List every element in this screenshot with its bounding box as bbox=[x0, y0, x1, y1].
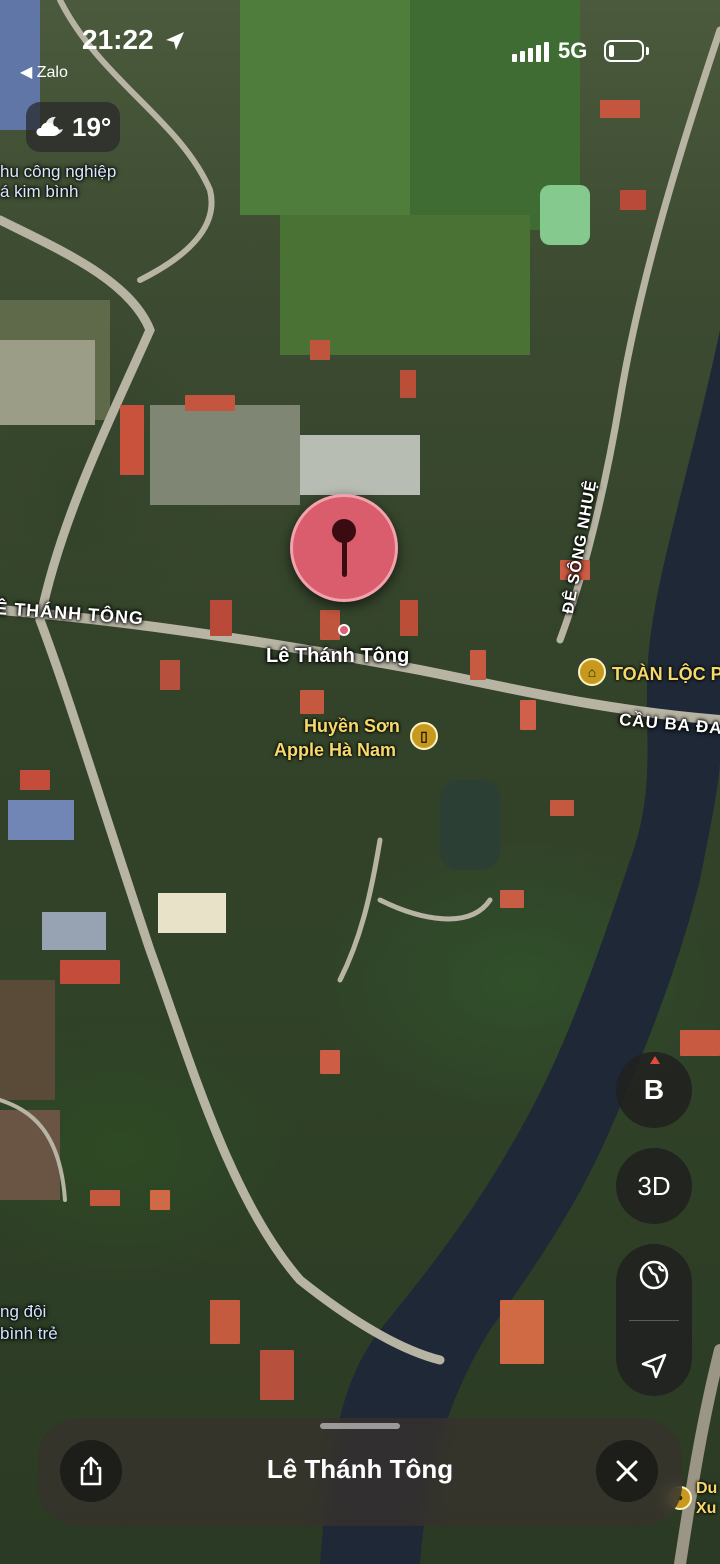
close-icon bbox=[616, 1460, 638, 1482]
status-time: 21:22 bbox=[82, 24, 154, 55]
sheet-grabber[interactable] bbox=[320, 1423, 400, 1429]
label-bottom-right-2: Xu bbox=[696, 1500, 717, 1517]
current-location-arrow-icon[interactable] bbox=[639, 1351, 669, 1381]
label-industrial-zone-2: á kim bình bbox=[0, 182, 79, 201]
village-houses bbox=[0, 0, 720, 1564]
location-arrow-icon bbox=[166, 32, 184, 50]
view-mode-label: 3D bbox=[637, 1170, 671, 1201]
map-controls-group bbox=[616, 1244, 692, 1396]
back-to-app-link[interactable]: ◀ Zalo bbox=[20, 62, 68, 82]
poi-huyen-son-apple[interactable]: Huyền Sơn bbox=[304, 716, 400, 737]
weather-temperature: 19° bbox=[72, 111, 112, 142]
pin-location-dot bbox=[338, 624, 350, 636]
pin-needle-icon bbox=[342, 537, 347, 577]
pin-label: Lê Thánh Tông bbox=[266, 645, 410, 667]
label-area-bottom-2: bình trẻ bbox=[0, 1324, 58, 1343]
toggle-3d-button[interactable]: 3D bbox=[616, 1148, 692, 1224]
poi-huyen-son-apple-line2[interactable]: Apple Hà Nam bbox=[274, 740, 396, 761]
network-type: 5G bbox=[558, 38, 588, 63]
shopping-bag-icon[interactable]: ⌂ bbox=[578, 658, 606, 686]
cellular-signal-icon bbox=[512, 42, 549, 62]
close-button[interactable] bbox=[596, 1440, 658, 1502]
compass-heading: B bbox=[643, 1074, 665, 1105]
share-button[interactable] bbox=[60, 1440, 122, 1502]
cloud-moon-icon bbox=[36, 116, 63, 136]
north-indicator-icon bbox=[650, 1056, 660, 1064]
battery-icon bbox=[604, 40, 644, 62]
poi-toan-loc[interactable]: TOÀN LỘC P bbox=[612, 664, 720, 685]
battery-nub bbox=[646, 47, 649, 55]
weather-badge[interactable]: 19° bbox=[26, 102, 120, 152]
label-industrial-zone: hu công nghiệp bbox=[0, 162, 117, 181]
globe-icon[interactable] bbox=[638, 1259, 670, 1291]
location-pin[interactable] bbox=[290, 494, 398, 602]
divider bbox=[629, 1320, 679, 1322]
label-area-bottom: ng đội bbox=[0, 1302, 47, 1321]
share-icon bbox=[80, 1456, 102, 1486]
compass-button[interactable]: B bbox=[616, 1052, 692, 1128]
satellite-map[interactable]: hu công nghiệp á kim bình Ê THÁNH TÔNG Đ… bbox=[0, 0, 720, 1564]
phone-store-icon[interactable]: ▯ bbox=[410, 722, 438, 750]
